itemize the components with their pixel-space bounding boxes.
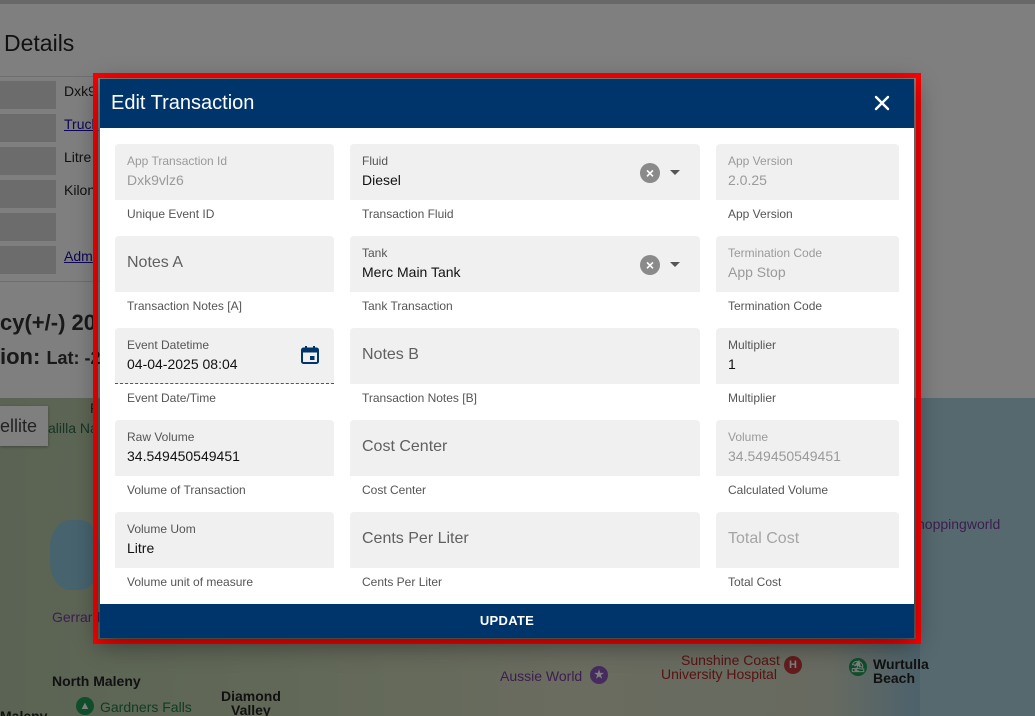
field-hint: Tank Transaction <box>362 299 453 313</box>
field-hint: Total Cost <box>728 575 782 589</box>
field-value: Merc Main Tank <box>362 264 461 280</box>
app-transaction-id-field: App Transaction Id Dxk9vlz6 Unique Event… <box>115 144 334 221</box>
notes-b-field: Notes B Transaction Notes [B] <box>350 328 700 405</box>
close-button[interactable] <box>870 91 894 115</box>
field-label: Tank <box>362 246 388 260</box>
clear-icon[interactable]: × <box>640 255 660 275</box>
notes-b-input[interactable]: Notes B <box>350 328 700 384</box>
field-label: Volume Uom <box>127 522 196 536</box>
app-version-input: App Version 2.0.25 <box>716 144 899 200</box>
field-value: 34.549450549451 <box>728 448 841 464</box>
field-label: Multiplier <box>728 338 777 352</box>
total-cost-input: Total Cost <box>716 512 899 568</box>
field-value: Diesel <box>362 172 401 188</box>
volume-input: Volume 34.549450549451 <box>716 420 899 476</box>
calendar-icon[interactable] <box>300 345 320 365</box>
field-value: Dxk9vlz6 <box>127 172 184 188</box>
field-hint: Cost Center <box>362 483 427 497</box>
termination-code-input: Termination Code App Stop <box>716 236 899 292</box>
field-hint: Event Date/Time <box>127 391 216 405</box>
chevron-down-icon[interactable] <box>670 170 680 175</box>
field-hint: Volume of Transaction <box>127 483 246 497</box>
cost-center-input[interactable]: Cost Center <box>350 420 700 476</box>
fluid-field: Fluid Diesel × Transaction Fluid <box>350 144 700 221</box>
volume-uom-field: Volume Uom Litre Volume unit of measure <box>115 512 334 589</box>
field-hint: App Version <box>728 207 793 221</box>
event-datetime-field: Event Datetime 04-04-2025 08:04 Event Da… <box>115 328 334 405</box>
termination-code-field: Termination Code App Stop Termination Co… <box>716 236 899 313</box>
fluid-select[interactable]: Fluid Diesel × <box>350 144 700 200</box>
field-label: Fluid <box>362 154 389 168</box>
volume-uom-input[interactable]: Volume Uom Litre <box>115 512 334 568</box>
field-placeholder: Cents Per Liter <box>362 530 469 547</box>
dialog-body: App Transaction Id Dxk9vlz6 Unique Event… <box>100 128 914 604</box>
field-value: 04-04-2025 08:04 <box>127 356 238 372</box>
close-icon <box>874 95 890 111</box>
field-value: Litre <box>127 540 155 556</box>
field-placeholder: Notes A <box>127 254 184 271</box>
field-placeholder: Total Cost <box>728 530 800 547</box>
field-hint: Termination Code <box>728 299 823 313</box>
field-label: App Version <box>728 154 793 168</box>
field-value: 34.549450549451 <box>127 448 240 464</box>
update-button[interactable]: UPDATE <box>100 604 914 638</box>
field-hint: Transaction Notes [A] <box>127 299 242 313</box>
dialog-title: Edit Transaction <box>111 92 255 114</box>
app-version-field: App Version 2.0.25 App Version <box>716 144 899 221</box>
field-hint: Transaction Notes [B] <box>362 391 477 405</box>
multiplier-input[interactable]: Multiplier 1 <box>716 328 899 384</box>
clear-icon[interactable]: × <box>640 163 660 183</box>
tank-field: Tank Merc Main Tank × Tank Transaction <box>350 236 700 313</box>
field-label: Event Datetime <box>127 338 210 352</box>
field-hint: Multiplier <box>728 391 777 405</box>
field-label: Termination Code <box>728 246 823 260</box>
field-label: Raw Volume <box>127 430 195 444</box>
cents-per-liter-field: Cents Per Liter Cents Per Liter <box>350 512 700 589</box>
raw-volume-input[interactable]: Raw Volume 34.549450549451 <box>115 420 334 476</box>
field-hint: Volume unit of measure <box>127 575 254 589</box>
raw-volume-field: Raw Volume 34.549450549451 Volume of Tra… <box>115 420 334 497</box>
tank-select[interactable]: Tank Merc Main Tank × <box>350 236 700 292</box>
notes-a-input[interactable]: Notes A <box>115 236 334 292</box>
field-label: App Transaction Id <box>127 154 228 168</box>
field-value: App Stop <box>728 264 786 280</box>
field-value: 2.0.25 <box>728 172 767 188</box>
volume-field: Volume 34.549450549451 Calculated Volume <box>716 420 899 497</box>
multiplier-field: Multiplier 1 Multiplier <box>716 328 899 405</box>
edit-transaction-dialog: Edit Transaction App Transaction Id Dxk9… <box>100 79 914 638</box>
field-hint: Calculated Volume <box>728 483 829 497</box>
chevron-down-icon[interactable] <box>670 262 680 267</box>
notes-a-field: Notes A Transaction Notes [A] <box>115 236 334 313</box>
total-cost-field: Total Cost Total Cost <box>716 512 899 589</box>
field-placeholder: Notes B <box>362 346 419 363</box>
field-hint: Unique Event ID <box>127 207 215 221</box>
field-hint: Transaction Fluid <box>362 207 454 221</box>
field-value: 1 <box>728 356 736 372</box>
dialog-header: Edit Transaction <box>100 79 914 128</box>
field-label: Volume <box>728 430 769 444</box>
event-datetime-input[interactable]: Event Datetime 04-04-2025 08:04 <box>115 328 334 384</box>
field-placeholder: Cost Center <box>362 438 448 455</box>
cents-per-liter-input[interactable]: Cents Per Liter <box>350 512 700 568</box>
field-hint: Cents Per Liter <box>362 575 443 589</box>
cost-center-field: Cost Center Cost Center <box>350 420 700 497</box>
app-transaction-id-input: App Transaction Id Dxk9vlz6 <box>115 144 334 200</box>
